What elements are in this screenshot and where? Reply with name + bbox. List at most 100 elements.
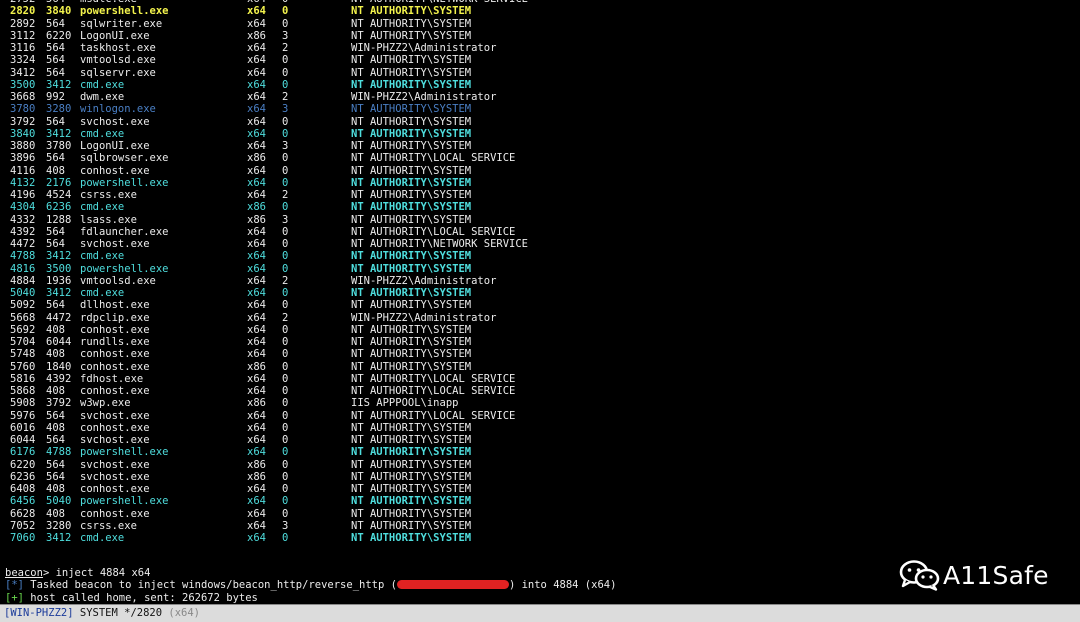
pid-cell: 2820 (10, 5, 36, 18)
ppid-cell: 1840 (46, 360, 72, 373)
user-cell: WIN-PHZZ2\Administrator (351, 91, 497, 103)
process-name-cell: sqlservr.exe (80, 66, 156, 79)
arch-cell: x64 (247, 78, 266, 91)
user-cell: NT AUTHORITY\SYSTEM (351, 201, 472, 214)
status-arch: (x64) (168, 607, 200, 619)
ppid-cell: 408 (46, 507, 65, 520)
process-name-cell: powershell.exe (80, 5, 169, 18)
pid-cell: 5748 (10, 348, 36, 361)
ppid-cell: 564 (46, 299, 65, 312)
ppid-cell: 3412 (46, 127, 72, 140)
ppid-cell: 3780 (46, 140, 72, 152)
pid-cell: 4132 (10, 176, 36, 189)
process-name-cell: lsass.exe (80, 213, 137, 226)
process-name-cell: powershell.exe (80, 262, 169, 275)
process-row: 3324 564 vmtoolsd.exe x64 0 NT AUTHORITY\SYST… (0, 54, 1080, 66)
info-tag: [*] (5, 579, 24, 592)
session-cell: 0 (282, 323, 289, 336)
session-cell: 0 (282, 495, 289, 508)
ppid-cell: 564 (46, 66, 65, 79)
process-name-cell: cmd.exe (80, 532, 125, 544)
arch-cell: x64 (247, 336, 266, 348)
user-cell: WIN-PHZZ2\Administrator (351, 42, 497, 54)
process-name-cell: dllhost.exe (80, 299, 150, 312)
process-name-cell: svchost.exe (80, 470, 150, 483)
pid-cell: 3780 (10, 103, 36, 116)
user-cell: NT AUTHORITY\SYSTEM (351, 323, 472, 336)
pid-cell: 4304 (10, 201, 36, 214)
pid-cell: 3896 (10, 152, 36, 165)
arch-cell: x64 (247, 42, 266, 54)
process-name-cell: cmd.exe (80, 201, 125, 214)
arch-cell: x64 (247, 189, 266, 201)
user-cell: NT AUTHORITY\SYSTEM (351, 250, 472, 263)
arch-cell: x64 (247, 299, 266, 312)
process-name-cell: sqlwriter.exe (80, 17, 163, 30)
arch-cell: x64 (247, 421, 266, 434)
ppid-cell: 3840 (46, 5, 72, 18)
arch-cell: x64 (247, 483, 266, 495)
arch-cell: x64 (247, 274, 266, 287)
process-name-cell: rdpclip.exe (80, 311, 150, 324)
pid-cell: 6176 (10, 446, 36, 459)
pid-cell: 5092 (10, 299, 36, 312)
user-cell: NT AUTHORITY\SYSTEM (351, 213, 472, 226)
arch-cell: x64 (247, 409, 266, 422)
session-cell: 0 (282, 54, 289, 67)
ppid-cell: 5040 (46, 495, 72, 508)
arch-cell: x64 (247, 17, 266, 30)
pid-cell: 3792 (10, 115, 36, 128)
session-cell: 0 (282, 532, 289, 544)
process-row: 4196 4524 csrss.exe x64 2 NT AUTHORITY\SYSTEM (0, 189, 1080, 201)
ppid-cell: 4788 (46, 446, 72, 459)
process-row: 3500 3412 cmd.exe x64 0 NT AUTHORITY\SYSTEM (0, 79, 1080, 91)
process-row: 3668 992 dwm.exe x64 2 WIN-PHZZ2\Administrato… (0, 91, 1080, 103)
session-cell: 2 (282, 42, 289, 54)
checkin-line: [+] host called home, sent: 262672 bytes (5, 592, 1075, 604)
arch-cell: x64 (247, 372, 266, 385)
user-cell: NT AUTHORITY\SYSTEM (351, 360, 472, 373)
process-name-cell: LogonUI.exe (80, 140, 150, 152)
process-name-cell: conhost.exe (80, 385, 150, 397)
ppid-cell: 564 (46, 434, 65, 446)
process-row: 3116 564 taskhost.exe x64 2 WIN-PHZZ2\Adminis… (0, 42, 1080, 54)
process-name-cell: svchost.exe (80, 409, 150, 422)
process-name-cell: powershell.exe (80, 446, 169, 459)
watermark: A11Safe (899, 558, 1049, 592)
arch-cell: x86 (247, 470, 266, 483)
arch-cell: x86 (247, 397, 266, 410)
session-cell: 0 (282, 127, 289, 140)
user-cell: NT AUTHORITY\SYSTEM (351, 189, 472, 201)
pid-cell: 2892 (10, 17, 36, 30)
process-row: 5760 1840 conhost.exe x86 0 NT AUTHORITY\SYST… (0, 361, 1080, 373)
process-row: 6408 408 conhost.exe x64 0 NT AUTHORITY\SYSTE… (0, 483, 1080, 495)
pid-cell: 4196 (10, 189, 36, 201)
process-row: 3780 3280 winlogon.exe x64 3 NT AUTHORITY\SYS… (0, 103, 1080, 115)
arch-cell: x64 (247, 311, 266, 324)
pid-cell: 3840 (10, 127, 36, 140)
session-cell: 0 (282, 483, 289, 495)
process-name-cell: conhost.exe (80, 323, 150, 336)
ppid-cell: 408 (46, 483, 65, 495)
pid-cell: 3668 (10, 91, 36, 103)
arch-cell: x86 (247, 213, 266, 226)
pid-cell: 3500 (10, 78, 36, 91)
command-text: > inject 4884 x64 (42, 567, 151, 579)
arch-cell: x64 (247, 323, 266, 336)
ppid-cell: 564 (46, 17, 65, 30)
process-row: 3880 3780 LogonUI.exe x64 3 NT AUTHORITY\SYST… (0, 140, 1080, 152)
user-cell: NT AUTHORITY\SYSTEM (351, 519, 472, 532)
user-cell: NT AUTHORITY\SYSTEM (351, 54, 472, 67)
ppid-cell: 3280 (46, 519, 72, 532)
user-cell: NT AUTHORITY\SYSTEM (351, 507, 472, 520)
process-name-cell: w3wp.exe (80, 397, 131, 410)
session-cell: 0 (282, 434, 289, 446)
process-name-cell: powershell.exe (80, 176, 169, 189)
user-cell: NT AUTHORITY\LOCAL SERVICE (351, 225, 516, 238)
process-row: 5692 408 conhost.exe x64 0 NT AUTHORITY\SYSTE… (0, 324, 1080, 336)
pid-cell: 5040 (10, 287, 36, 299)
arch-cell: x86 (247, 201, 266, 214)
user-cell: NT AUTHORITY\SYSTEM (351, 29, 472, 42)
arch-cell: x64 (247, 495, 266, 508)
user-cell: IIS APPPOOL\inapp (351, 397, 459, 410)
